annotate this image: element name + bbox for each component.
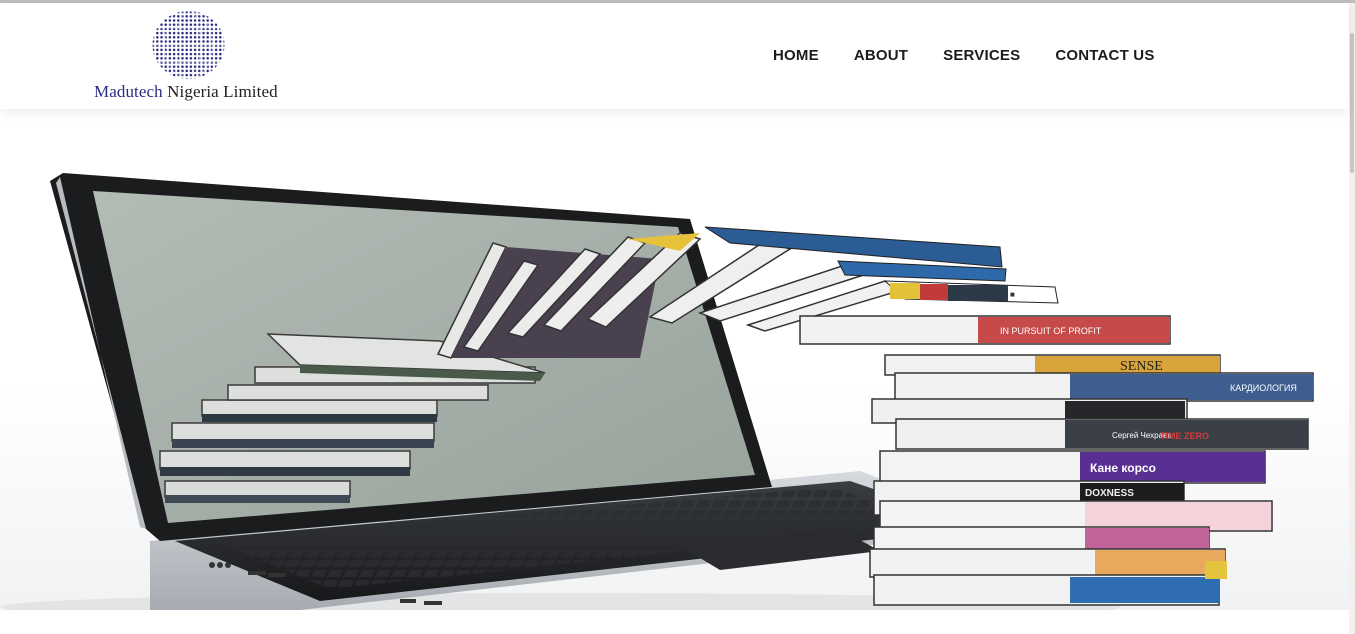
svg-text:DOXNESS: DOXNESS (1085, 488, 1134, 499)
page-scrollbar[interactable] (1349, 3, 1355, 634)
site-header: Madutech Nigeria Limited HOME ABOUT SERV… (0, 3, 1349, 109)
globe-icon (152, 11, 225, 79)
site-logo[interactable]: Madutech Nigeria Limited (94, 9, 294, 102)
svg-text:TIME ZERO: TIME ZERO (1160, 431, 1209, 441)
nav-about[interactable]: ABOUT (854, 47, 908, 64)
scrollbar-thumb[interactable] (1350, 33, 1354, 173)
svg-text:КАРДИОЛОГИЯ: КАРДИОЛОГИЯ (1230, 383, 1297, 393)
logo-brand-name: Madutech (94, 82, 163, 101)
logo-brand-suffix: Nigeria Limited (167, 82, 278, 101)
book-stack: IN PURSUIT OF PROFIT SENSE КАРДИОЛОГИЯ С… (799, 315, 1314, 606)
svg-text:IN PURSUIT OF PROFIT: IN PURSUIT OF PROFIT (1000, 326, 1102, 336)
svg-text:■: ■ (1010, 290, 1015, 299)
nav-home[interactable]: HOME (773, 47, 819, 64)
nav-services[interactable]: SERVICES (943, 47, 1020, 64)
logo-wordmark: Madutech Nigeria Limited (94, 82, 278, 102)
svg-text:Кане корсо: Кане корсо (1090, 461, 1156, 475)
nav-contact-us[interactable]: CONTACT US (1055, 47, 1154, 64)
svg-text:SENSE: SENSE (1120, 359, 1163, 374)
hero-image: ■ IN PURSUIT OF PROFIT SENSE КАРДИОЛОГИЯ… (0, 173, 1314, 610)
hero-banner: ■ IN PURSUIT OF PROFIT SENSE КАРДИОЛОГИЯ… (0, 109, 1349, 610)
main-navigation: HOME ABOUT SERVICES CONTACT US (773, 47, 1155, 64)
